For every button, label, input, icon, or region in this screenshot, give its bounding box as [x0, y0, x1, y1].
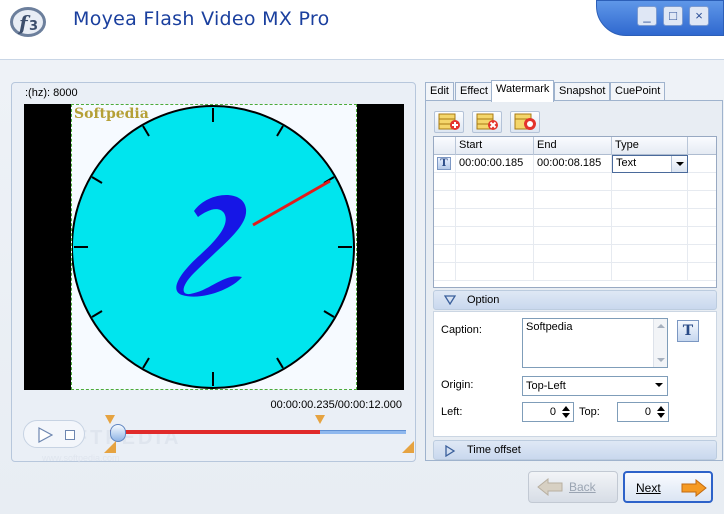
spin-up-icon[interactable] [562, 406, 570, 411]
timeline-range [110, 430, 320, 434]
top-offset-value: 0 [644, 406, 651, 418]
watermark-properties-button[interactable] [510, 111, 540, 133]
table-row [434, 209, 716, 227]
spin-up-icon[interactable] [657, 406, 665, 411]
font-settings-button[interactable]: T [677, 320, 699, 342]
video-preview[interactable]: Softpedia [24, 104, 404, 390]
watermark-overlay-text[interactable]: Softpedia [74, 106, 149, 122]
tab-snapshot[interactable]: Snapshot [554, 82, 611, 101]
timeline-thumb[interactable] [110, 424, 126, 442]
origin-select[interactable]: Top-Left [522, 376, 668, 396]
position-marker-icon[interactable] [315, 415, 325, 424]
chevron-down-icon [444, 295, 456, 305]
next-label: Next [636, 481, 661, 495]
tab-watermark[interactable]: Watermark [491, 80, 555, 102]
caption-value: Softpedia [526, 321, 573, 333]
caption-scrollbar[interactable] [653, 319, 667, 367]
table-row [434, 245, 716, 263]
arrow-right-icon [681, 479, 707, 497]
scroll-up-icon[interactable] [657, 324, 665, 328]
time-offset-section-header[interactable]: Time offset [433, 440, 717, 460]
next-button[interactable]: Next [623, 471, 713, 503]
table-row [434, 227, 716, 245]
svg-text:3: 3 [29, 19, 38, 34]
window-controls: _ □ × [596, 0, 724, 36]
table-row [434, 173, 716, 191]
column-header-icon [434, 137, 456, 155]
option-section-label: Option [467, 294, 500, 306]
table-row[interactable]: T 00:00:00.185 00:00:08.185 Text [434, 155, 716, 173]
table-row [434, 263, 716, 281]
scroll-down-icon[interactable] [657, 358, 665, 362]
add-watermark-button[interactable] [434, 111, 464, 133]
maximize-button[interactable]: □ [663, 6, 683, 26]
range-end-handle[interactable] [402, 441, 414, 453]
delete-watermark-button[interactable] [472, 111, 502, 133]
watermark-panel: Start End Type T 00:00:00.185 00:00:08.1… [425, 100, 723, 461]
row-start-cell[interactable]: 00:00:00.185 [456, 155, 534, 173]
left-offset-spinner[interactable]: 0 [522, 402, 574, 422]
option-panel: Caption: Softpedia T Origin: Top-Left Le… [433, 311, 717, 437]
watermark-table: Start End Type T 00:00:00.185 00:00:08.1… [433, 136, 717, 288]
app-title: Moyea Flash Video MX Pro [73, 8, 330, 30]
tab-cuepoint[interactable]: CuePoint [610, 82, 666, 101]
player-controls [23, 420, 85, 448]
row-type-value: Text [616, 157, 637, 169]
left-label: Left: [441, 406, 463, 418]
play-icon[interactable] [37, 427, 53, 443]
back-label: Back [569, 480, 596, 494]
time-readout: 00:00:00.235/00:00:12.000 [270, 399, 402, 411]
minimize-button[interactable]: _ [637, 6, 657, 26]
range-start-handle[interactable] [104, 441, 116, 453]
watermark-properties-icon [514, 113, 536, 130]
chevron-down-icon[interactable] [671, 156, 687, 172]
back-button[interactable]: Back [528, 471, 618, 503]
time-offset-section-label: Time offset [467, 444, 521, 456]
clock-image [72, 105, 355, 389]
chevron-down-icon[interactable] [651, 377, 667, 395]
spin-down-icon[interactable] [562, 413, 570, 418]
top-label: Top: [579, 406, 600, 418]
title-bar: f 3 Moyea Flash Video MX Pro _ □ × [0, 0, 724, 60]
app-window: f 3 Moyea Flash Video MX Pro _ □ × :(hz)… [0, 0, 724, 514]
arrow-left-icon [537, 478, 563, 496]
origin-value: Top-Left [526, 380, 566, 392]
row-type-icon-cell: T [434, 155, 456, 173]
caption-textarea[interactable]: Softpedia [522, 318, 668, 368]
spin-down-icon[interactable] [657, 413, 665, 418]
app-logo-icon: f 3 [10, 7, 46, 37]
left-offset-value: 0 [549, 406, 556, 418]
row-end-cell[interactable]: 00:00:08.185 [534, 155, 612, 173]
add-watermark-icon [438, 113, 460, 130]
timeline-slider[interactable] [104, 415, 416, 457]
row-type-select[interactable]: Text [612, 155, 688, 173]
column-header-end[interactable]: End [534, 137, 612, 155]
top-offset-spinner[interactable]: 0 [617, 402, 669, 422]
tab-effect[interactable]: Effect [455, 82, 493, 101]
stop-icon[interactable] [65, 430, 75, 440]
origin-label: Origin: [441, 379, 474, 391]
chevron-right-icon [445, 445, 456, 457]
close-button[interactable]: × [689, 6, 709, 26]
start-marker-icon[interactable] [105, 415, 115, 424]
preview-panel: :(hz): 8000 Softpedia 00:00:00.235/00:00… [11, 82, 416, 463]
table-row [434, 191, 716, 209]
option-section-header[interactable]: Option [433, 290, 717, 310]
column-header-type[interactable]: Type [612, 137, 688, 155]
text-type-icon: T [437, 157, 451, 170]
sample-rate-label: :(hz): 8000 [25, 87, 78, 99]
watermark-area[interactable]: Softpedia [71, 104, 357, 390]
caption-label: Caption: [441, 324, 482, 336]
delete-watermark-icon [476, 113, 498, 130]
tab-edit[interactable]: Edit [425, 82, 454, 101]
table-header: Start End Type [434, 137, 716, 155]
column-header-start[interactable]: Start [456, 137, 534, 155]
